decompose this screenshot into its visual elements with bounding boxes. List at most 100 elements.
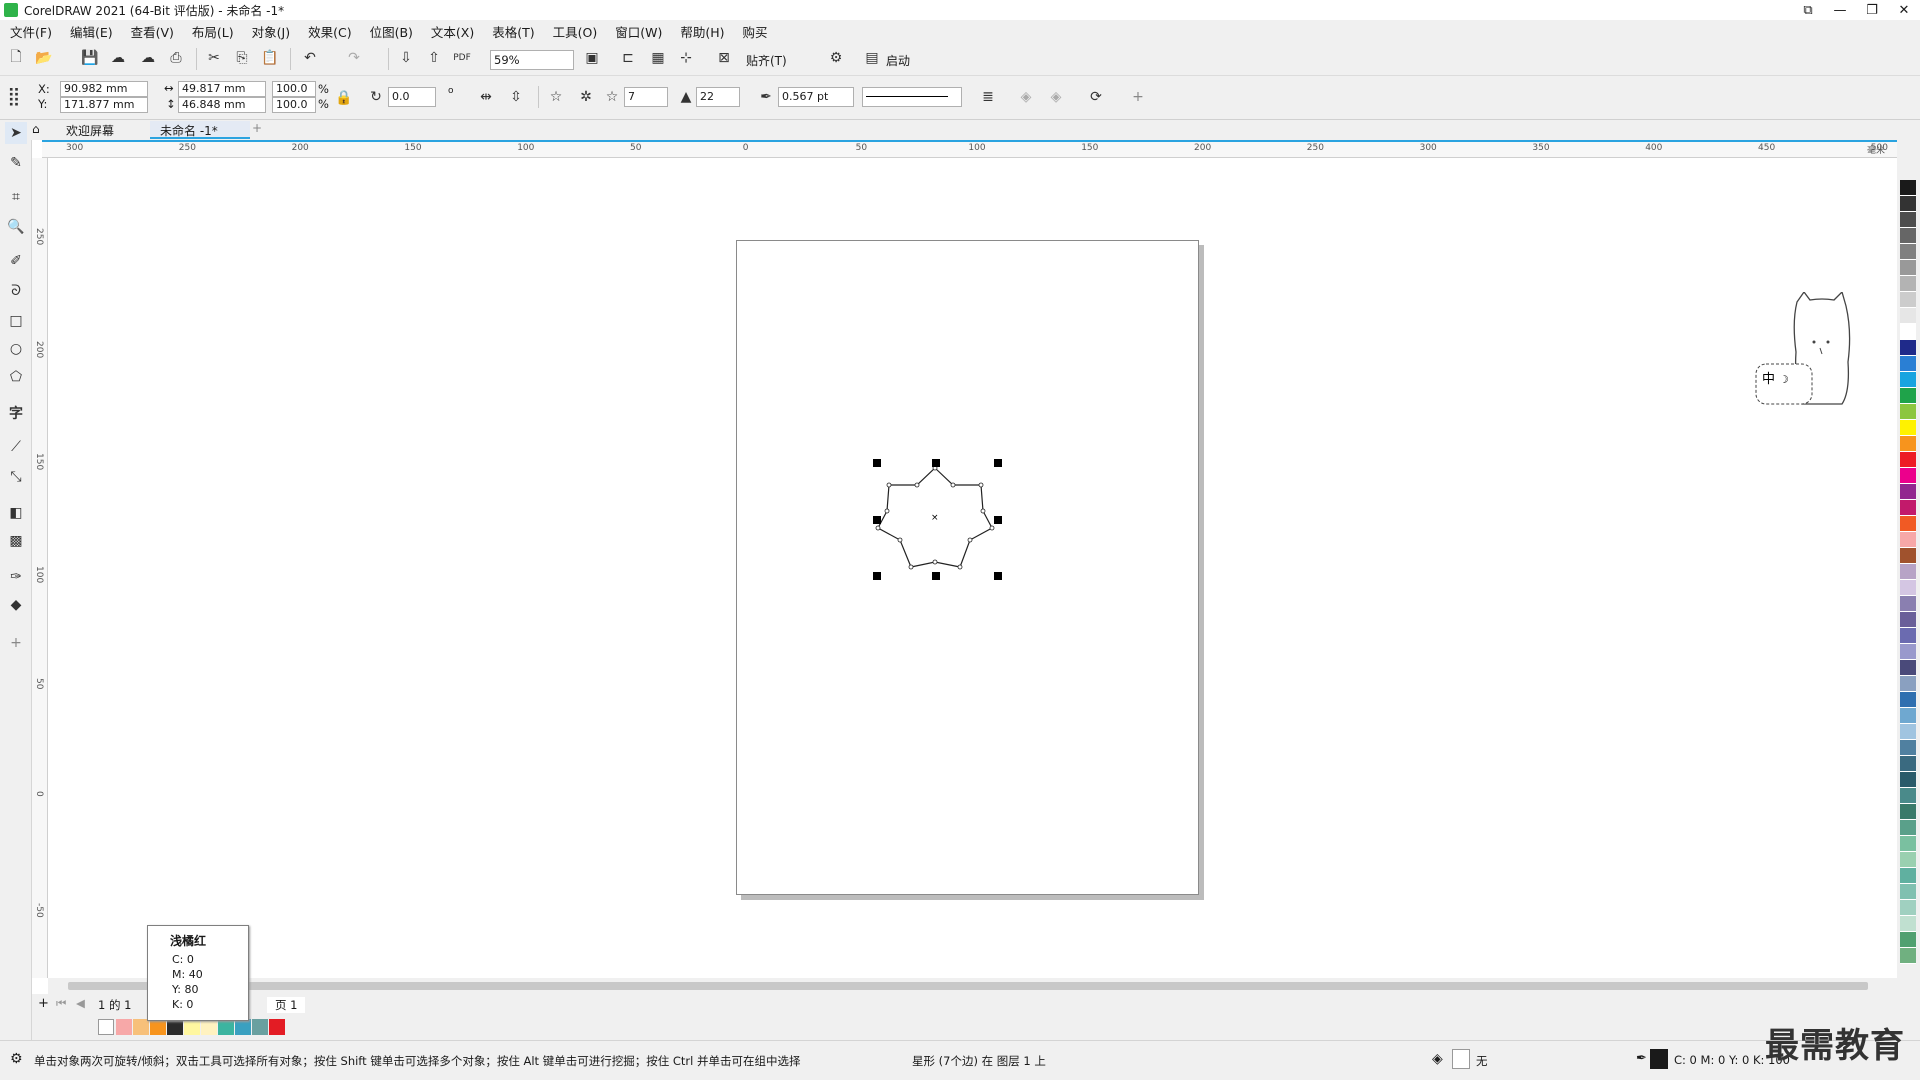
save-icon[interactable]: 💾 (80, 48, 100, 68)
palette-swatch[interactable] (1900, 180, 1916, 196)
palette-swatch[interactable] (1900, 932, 1916, 948)
palette-swatch[interactable] (1900, 436, 1916, 452)
menu-effects[interactable]: 效果(C) (308, 22, 351, 41)
new-document-icon[interactable]: 🗋 (6, 48, 26, 68)
freehand-tool-icon[interactable]: ✐ (5, 250, 27, 272)
menu-table[interactable]: 表格(T) (492, 22, 534, 41)
palette-swatch[interactable] (1900, 500, 1916, 516)
palette-swatch[interactable] (1900, 516, 1916, 532)
app-launcher-icon[interactable]: ▤ (862, 48, 882, 68)
palette-swatch[interactable] (1900, 260, 1916, 276)
add-tool-icon[interactable]: + (5, 632, 27, 654)
palette-swatch[interactable] (1900, 308, 1916, 324)
width-field[interactable]: 49.817 mm (178, 81, 266, 97)
palette-swatch[interactable] (1900, 692, 1916, 708)
menu-file[interactable]: 文件(F) (10, 22, 52, 41)
transparency-tool-icon[interactable]: ▩ (5, 530, 27, 552)
outline-width-select[interactable]: 0.567 pt (778, 87, 854, 107)
palette-swatch[interactable] (1900, 612, 1916, 628)
restore-button[interactable]: ❐ (1856, 0, 1888, 20)
palette-swatch[interactable] (1900, 228, 1916, 244)
palette-swatch[interactable] (1900, 900, 1916, 916)
palette-swatch[interactable] (1900, 452, 1916, 468)
doc-palette-swatch[interactable] (235, 1019, 251, 1035)
fill-icon[interactable]: ◈ (1432, 1051, 1443, 1067)
publish-pdf-icon[interactable]: PDF (452, 48, 472, 68)
palette-swatch[interactable] (1900, 420, 1916, 436)
palette-swatch[interactable] (1900, 868, 1916, 884)
x-position-field[interactable]: 90.982 mm (60, 81, 148, 97)
object-origin-icon[interactable]: ⣿ (4, 86, 24, 107)
vertical-ruler[interactable]: 250 200 150 100 50 0 -50 (32, 158, 48, 978)
line-style-select[interactable] (862, 87, 962, 107)
palette-swatch[interactable] (1900, 916, 1916, 932)
color-palette[interactable] (1900, 180, 1916, 1000)
cut-icon[interactable]: ✂ (204, 48, 224, 68)
wrap-text-icon[interactable]: ≣ (978, 87, 998, 107)
palette-swatch[interactable] (1900, 676, 1916, 692)
menu-view[interactable]: 查看(V) (131, 22, 174, 41)
doc-palette-swatch[interactable] (269, 1019, 285, 1035)
cloud-upload-icon[interactable]: ☁ (138, 48, 158, 68)
show-grid-icon[interactable]: ▦ (648, 48, 668, 68)
palette-swatch[interactable] (1900, 324, 1916, 340)
palette-swatch[interactable] (1900, 660, 1916, 676)
doc-palette-swatch[interactable] (218, 1019, 234, 1035)
menu-tools[interactable]: 工具(O) (553, 22, 598, 41)
y-position-field[interactable]: 171.877 mm (60, 97, 148, 113)
home-icon[interactable]: ⌂ (28, 121, 50, 139)
outline-color-swatch[interactable] (1650, 1049, 1668, 1069)
palette-swatch[interactable] (1900, 404, 1916, 420)
app-launcher-menu[interactable]: 启动 (886, 52, 910, 69)
doc-palette-swatch[interactable] (167, 1019, 183, 1035)
doc-palette-swatch[interactable] (252, 1019, 268, 1035)
rotation-angle-field[interactable]: 0.0 (388, 87, 436, 107)
doc-palette-swatch[interactable] (150, 1019, 166, 1035)
doc-palette-swatch[interactable] (133, 1019, 149, 1035)
palette-swatch[interactable] (1900, 580, 1916, 596)
horizontal-scrollbar[interactable] (48, 978, 1897, 994)
palette-swatch[interactable] (1900, 836, 1916, 852)
palette-swatch[interactable] (1900, 548, 1916, 564)
palette-swatch[interactable] (1900, 356, 1916, 372)
palette-swatch[interactable] (1900, 852, 1916, 868)
palette-swatch[interactable] (1900, 276, 1916, 292)
horizontal-ruler[interactable]: 300 250 200 150 100 50 0 50 100 150 200 250 300 350 40… (42, 140, 1897, 158)
print-icon[interactable]: ⎙ (166, 48, 186, 68)
menu-window[interactable]: 窗口(W) (615, 22, 662, 41)
doc-palette-swatch[interactable] (201, 1019, 217, 1035)
lock-ratio-icon[interactable]: 🔒 (334, 88, 354, 108)
help-window-icon[interactable]: ⧉ (1792, 0, 1824, 20)
scale-height-field[interactable]: 100.0 (272, 97, 316, 113)
eyedropper-tool-icon[interactable]: ✑ (5, 566, 27, 588)
artistic-media-tool-icon[interactable]: ᘐ (5, 280, 27, 302)
convert-to-curves-icon[interactable]: ⟳ (1086, 87, 1106, 107)
palette-swatch[interactable] (1900, 532, 1916, 548)
cloud-download-icon[interactable]: ☁ (108, 48, 128, 68)
text-tool-icon[interactable]: 字 (5, 402, 27, 424)
scale-width-field[interactable]: 100.0 (272, 81, 316, 97)
star-points-field[interactable]: 7 (624, 87, 668, 107)
height-field[interactable]: 46.848 mm (178, 97, 266, 113)
ellipse-tool-icon[interactable]: ○ (5, 338, 27, 360)
palette-swatch[interactable] (1900, 740, 1916, 756)
palette-swatch[interactable] (1900, 372, 1916, 388)
menu-buy[interactable]: 购买 (743, 22, 768, 41)
paste-icon[interactable]: 📋 (260, 48, 280, 68)
doc-palette-swatch[interactable] (184, 1019, 200, 1035)
pick-tool-icon[interactable]: ➤ (5, 122, 27, 144)
palette-swatch[interactable] (1900, 388, 1916, 404)
snap-off-icon[interactable]: ⊠ (714, 48, 734, 68)
palette-swatch[interactable] (1900, 820, 1916, 836)
zoom-tool-icon[interactable]: 🔍 (5, 216, 27, 238)
palette-swatch[interactable] (1900, 772, 1916, 788)
add-property-icon[interactable]: + (1128, 87, 1148, 107)
document-palette[interactable] (32, 1014, 1897, 1040)
copy-icon[interactable]: ⎘ (232, 48, 252, 68)
palette-swatch[interactable] (1900, 340, 1916, 356)
palette-swatch[interactable] (1900, 804, 1916, 820)
full-screen-preview-icon[interactable]: ▣ (582, 48, 602, 68)
show-rulers-icon[interactable]: ⊏ (618, 48, 638, 68)
menu-edit[interactable]: 编辑(E) (70, 22, 113, 41)
palette-swatch[interactable] (1900, 708, 1916, 724)
